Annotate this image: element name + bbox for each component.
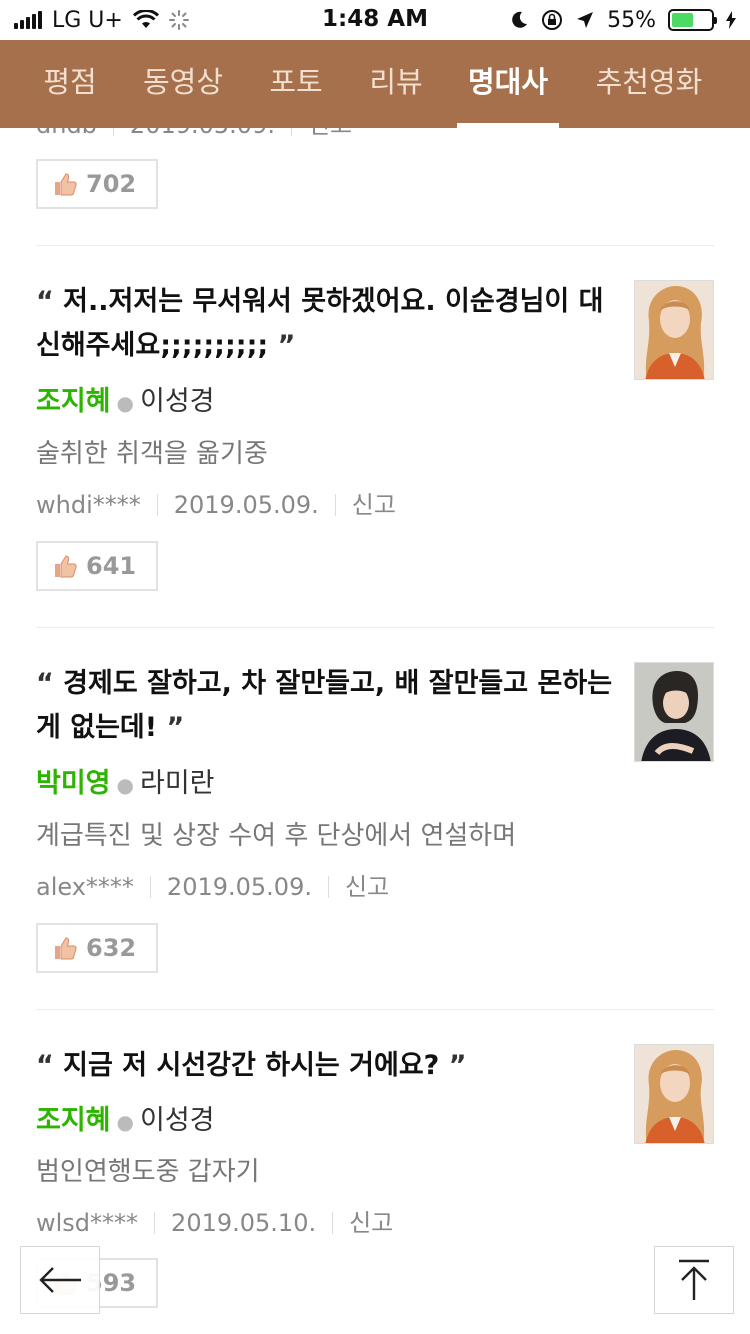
battery-icon	[668, 9, 717, 31]
quote-text: “ 지금 저 시선강간 하시는 거에요? ”	[36, 1044, 616, 1088]
quote-meta: alex**** 2019.05.09. 신고	[36, 870, 389, 904]
actor-info: 조지혜 ● 이성경	[36, 1103, 215, 1140]
close-quote-mark: ”	[166, 712, 185, 743]
open-quote-mark: “	[36, 1050, 54, 1081]
arrow-left-icon	[39, 1267, 81, 1293]
like-button[interactable]: 641	[36, 541, 158, 591]
quote-card[interactable]: “ 지금 저 시선강간 하시는 거에요? ” 조지혜 ● 이성경 범인연행도중 갑자…	[36, 1044, 714, 1334]
separator	[149, 876, 151, 898]
username: wlsd****	[36, 1209, 139, 1237]
separator	[290, 128, 292, 136]
actor-info: 조지혜 ● 이성경	[36, 384, 215, 421]
like-button[interactable]: 702	[36, 159, 158, 209]
close-quote-mark: ”	[277, 330, 296, 361]
battery-percent: 55%	[607, 7, 656, 33]
thumbs-up-icon	[55, 937, 77, 960]
divider	[36, 627, 714, 628]
actress-portrait-orange-icon	[635, 281, 713, 379]
quote-list: dhdb 2019.05.09. 신고 702 “ 저..저저는 무서워서 못하…	[0, 128, 750, 1334]
actor-photo[interactable]	[634, 1044, 714, 1144]
tab-photo[interactable]: 포토	[254, 40, 338, 128]
role-name: 이성경	[139, 386, 215, 417]
actor-photo[interactable]	[634, 280, 714, 380]
open-quote-mark: “	[36, 286, 54, 317]
quote-body: 경제도 잘하고, 차 잘만들고, 배 잘만들고 몬하는게 없는데!	[36, 668, 613, 743]
report-link[interactable]: 신고	[349, 1206, 393, 1240]
thumbs-up-icon	[55, 555, 77, 578]
status-right: 55%	[509, 6, 736, 34]
back-button[interactable]	[20, 1246, 100, 1314]
quote-meta: whdi**** 2019.05.09. 신고	[36, 488, 396, 522]
actress-portrait-dark-icon	[635, 663, 713, 761]
like-button[interactable]: 632	[36, 923, 158, 973]
actor-info: 박미영 ● 라미란	[36, 766, 215, 803]
moon-icon	[512, 11, 528, 28]
like-count: 702	[86, 170, 137, 198]
dot-separator: ●	[116, 390, 134, 415]
tab-recommended[interactable]: 추천영화	[582, 40, 716, 128]
actor-name[interactable]: 조지혜	[36, 386, 111, 417]
rotation-lock-icon	[542, 10, 563, 30]
scene-description: 술취한 취객을 옮기중	[36, 439, 268, 469]
tab-review[interactable]: 리뷰	[356, 40, 436, 128]
partial-quote-card: dhdb 2019.05.09. 신고 702	[36, 128, 714, 218]
separator	[112, 128, 114, 136]
like-count: 632	[86, 934, 137, 962]
scroll-top-button[interactable]	[654, 1246, 734, 1314]
quote-text: “ 경제도 잘하고, 차 잘만들고, 배 잘만들고 몬하는게 없는데! ”	[36, 662, 616, 750]
role-name: 이성경	[139, 1105, 215, 1136]
separator	[332, 1212, 334, 1234]
quote-meta: wlsd**** 2019.05.10. 신고	[36, 1206, 393, 1240]
actor-name[interactable]: 조지혜	[36, 1105, 111, 1136]
separator	[156, 494, 158, 516]
separator	[154, 1212, 156, 1234]
location-arrow-icon	[577, 12, 594, 28]
date: 2019.05.09.	[130, 128, 275, 142]
dot-separator: ●	[116, 1109, 134, 1134]
actor-photo[interactable]	[634, 662, 714, 762]
divider	[36, 1009, 714, 1010]
username: whdi****	[36, 491, 141, 519]
quote-body: 지금 저 시선강간 하시는 거에요?	[63, 1050, 440, 1081]
tab-famous-lines[interactable]: 명대사	[457, 40, 559, 128]
date: 2019.05.10.	[171, 1209, 317, 1237]
charging-bolt-icon	[726, 11, 736, 29]
tab-bar: 평점 동영상 포토 리뷰 명대사 추천영화	[0, 40, 750, 128]
quote-text: “ 저..저저는 무서워서 못하겠어요. 이순경님이 대신해주세요;;;;;;;…	[36, 280, 616, 368]
status-bar: LG U+ 1:48 AM 55%	[0, 0, 750, 40]
report-link[interactable]: 신고	[352, 488, 396, 522]
like-count: 641	[86, 552, 137, 580]
arrow-up-to-top-icon	[679, 1259, 709, 1300]
username: dhdb	[36, 128, 97, 142]
role-name: 라미란	[139, 768, 215, 799]
quote-body: 저..저저는 무서워서 못하겠어요. 이순경님이 대신해주세요;;;;;;;;;…	[36, 286, 604, 361]
dot-separator: ●	[116, 772, 134, 797]
report-link[interactable]: 신고	[308, 128, 352, 142]
quote-meta: dhdb 2019.05.09. 신고	[36, 128, 352, 142]
open-quote-mark: “	[36, 668, 54, 699]
tab-video[interactable]: 동영상	[133, 40, 233, 128]
close-quote-mark: ”	[448, 1050, 467, 1081]
quote-card[interactable]: “ 경제도 잘하고, 차 잘만들고, 배 잘만들고 몬하는게 없는데! ” 박미…	[36, 662, 714, 982]
thumbs-up-icon	[55, 173, 77, 196]
username: alex****	[36, 873, 134, 901]
date: 2019.05.09.	[166, 873, 312, 901]
separator	[334, 494, 336, 516]
tab-rating[interactable]: 평점	[30, 40, 110, 128]
quote-card[interactable]: “ 저..저저는 무서워서 못하겠어요. 이순경님이 대신해주세요;;;;;;;…	[36, 280, 714, 600]
actor-name[interactable]: 박미영	[36, 768, 111, 799]
scene-description: 계급특진 및 상장 수여 후 단상에서 연설하며	[36, 821, 517, 851]
date: 2019.05.09.	[173, 491, 319, 519]
report-link[interactable]: 신고	[345, 870, 389, 904]
divider	[36, 245, 714, 246]
scene-description: 범인연행도중 갑자기	[36, 1157, 260, 1187]
separator	[327, 876, 329, 898]
actress-portrait-orange-icon	[635, 1045, 713, 1143]
